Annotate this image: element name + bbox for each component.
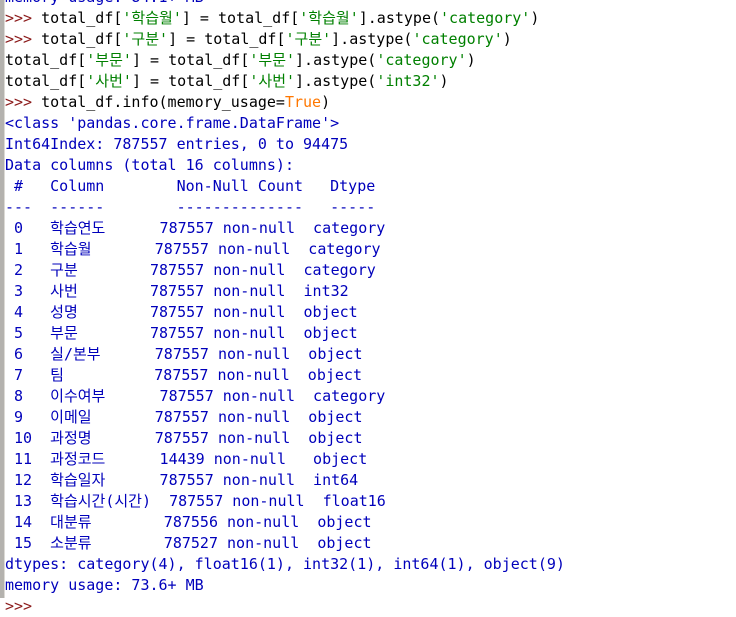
- out-memory-usage: memory usage: 73.6+ MB: [5, 575, 736, 596]
- out-class-seg-0: <class 'pandas.core.frame.DataFrame'>: [5, 114, 340, 132]
- out-row-6-seg-0: 6 실/본부 787557 non-null object: [5, 345, 363, 363]
- out-row-4-seg-0: 4 성명 787557 non-null object: [5, 303, 358, 321]
- out-memory-usage-seg-0: memory usage: 73.6+ MB: [5, 576, 204, 594]
- shell-output-area[interactable]: memory usage: 84.1+ MB>>> total_df['학습월'…: [5, 0, 736, 615]
- out-row-15: 15 소분류 787527 non-null object: [5, 533, 736, 554]
- cmd-astype-gubun: >>> total_df['구분'] = total_df['구분'].asty…: [5, 29, 736, 50]
- cmd-astype-hakseupwol-seg-7: ): [530, 9, 540, 27]
- out-index: Int64Index: 787557 entries, 0 to 94475: [5, 134, 736, 155]
- out-row-0-seg-0: 0 학습연도 787557 non-null category: [5, 219, 386, 237]
- python-idle-shell-window: memory usage: 84.1+ MB>>> total_df['학습월'…: [0, 0, 736, 615]
- cmd-astype-saben: total_df['사번'] = total_df['사번'].astype('…: [5, 71, 736, 92]
- cmd-astype-hakseupwol-seg-2: '학습월': [122, 9, 182, 27]
- cmd-astype-gubun-seg-5: ].astype(: [331, 30, 413, 48]
- prompt-waiting-seg-0: >>>: [5, 597, 42, 615]
- prompt-waiting: >>>: [5, 596, 736, 617]
- out-row-3: 3 사번 787557 non-null int32: [5, 281, 736, 302]
- out-row-8-seg-0: 8 이수여부 787557 non-null category: [5, 387, 386, 405]
- cmd-astype-hakseupwol: >>> total_df['학습월'] = total_df['학습월'].as…: [5, 8, 736, 29]
- out-row-13-seg-0: 13 학습시간(시간) 787557 non-null float16: [5, 492, 386, 510]
- out-total-columns-seg-0: Data columns (total 16 columns):: [5, 156, 294, 174]
- out-row-5: 5 부문 787557 non-null object: [5, 323, 736, 344]
- out-dtypes: dtypes: category(4), float16(1), int32(1…: [5, 554, 736, 575]
- out-row-14: 14 대분류 787556 non-null object: [5, 512, 736, 533]
- cmd-info: >>> total_df.info(memory_usage=True): [5, 92, 736, 113]
- cmd-astype-hakseupwol-seg-0: >>>: [5, 9, 42, 27]
- out-row-12: 12 학습일자 787557 non-null int64: [5, 470, 736, 491]
- out-table-rule: --- ------ -------------- -----: [5, 197, 736, 218]
- out-row-1: 1 학습월 787557 non-null category: [5, 239, 736, 260]
- cmd-astype-saben-seg-1: '사번': [86, 72, 132, 90]
- out-row-10: 10 과정명 787557 non-null object: [5, 428, 736, 449]
- cmd-astype-saben-seg-6: ): [439, 72, 449, 90]
- cmd-astype-gubun-seg-1: total_df[: [41, 30, 123, 48]
- out-total-columns: Data columns (total 16 columns):: [5, 155, 736, 176]
- out-row-14-seg-0: 14 대분류 787556 non-null object: [5, 513, 372, 531]
- out-row-9: 9 이메일 787557 non-null object: [5, 407, 736, 428]
- cmd-astype-gubun-seg-2: '구분': [122, 30, 169, 48]
- out-table-header: # Column Non-Null Count Dtype: [5, 176, 736, 197]
- out-row-8: 8 이수여부 787557 non-null category: [5, 386, 736, 407]
- cmd-astype-hakseupwol-seg-3: ] = total_df[: [181, 9, 300, 27]
- cmd-astype-bumun-seg-2: ] = total_df[: [131, 51, 250, 69]
- cmd-astype-hakseupwol-seg-5: ].astype(: [358, 9, 441, 27]
- cmd-astype-hakseupwol-seg-4: '학습월': [299, 9, 359, 27]
- out-row-3-seg-0: 3 사번 787557 non-null int32: [5, 282, 349, 300]
- cmd-info-seg-2: True: [284, 93, 322, 111]
- cmd-astype-bumun-seg-6: ): [466, 51, 476, 69]
- out-dtypes-seg-0: dtypes: category(4), float16(1), int32(1…: [5, 555, 565, 573]
- cmd-astype-bumun-seg-4: ].astype(: [295, 51, 377, 69]
- out-row-4: 4 성명 787557 non-null object: [5, 302, 736, 323]
- out-index-seg-0: Int64Index: 787557 entries, 0 to 94475: [5, 135, 349, 153]
- cmd-astype-bumun-seg-1: '부문': [86, 51, 132, 69]
- cmd-astype-bumun-seg-3: '부문': [249, 51, 296, 69]
- out-row-5-seg-0: 5 부문 787557 non-null object: [5, 324, 358, 342]
- prev-memory-usage: memory usage: 84.1+ MB: [5, 0, 736, 8]
- cmd-astype-gubun-seg-7: ): [502, 30, 512, 48]
- out-row-12-seg-0: 12 학습일자 787557 non-null int64: [5, 471, 359, 489]
- cmd-astype-saben-seg-2: ] = total_df[: [131, 72, 250, 90]
- cmd-astype-hakseupwol-seg-6: 'category': [440, 9, 531, 27]
- out-row-11: 11 과정코드 14439 non-null object: [5, 449, 736, 470]
- out-row-1-seg-0: 1 학습월 787557 non-null category: [5, 240, 381, 258]
- cmd-astype-saben-seg-4: ].astype(: [295, 72, 377, 90]
- out-row-2-seg-0: 2 구분 787557 non-null category: [5, 261, 376, 279]
- out-row-6: 6 실/본부 787557 non-null object: [5, 344, 736, 365]
- out-row-11-seg-0: 11 과정코드 14439 non-null object: [5, 450, 368, 468]
- out-row-9-seg-0: 9 이메일 787557 non-null object: [5, 408, 363, 426]
- cmd-astype-hakseupwol-seg-1: total_df[: [41, 9, 123, 27]
- cmd-astype-bumun: total_df['부문'] = total_df['부문'].astype('…: [5, 50, 736, 71]
- out-row-7-seg-0: 7 팀 787557 non-null object: [5, 366, 362, 384]
- cmd-astype-gubun-seg-3: ] = total_df[: [168, 30, 286, 48]
- cmd-astype-gubun-seg-0: >>>: [5, 30, 42, 48]
- cmd-astype-saben-seg-3: '사번': [249, 72, 296, 90]
- out-table-rule-seg-0: --- ------ -------------- -----: [5, 198, 376, 216]
- cmd-astype-gubun-seg-4: '구분': [285, 30, 332, 48]
- prev-memory-usage-seg-0: memory usage: 84.1+ MB: [5, 0, 204, 6]
- cmd-info-seg-1: total_df.info(memory_usage=: [41, 93, 285, 111]
- out-table-header-seg-0: # Column Non-Null Count Dtype: [5, 177, 376, 195]
- out-row-15-seg-0: 15 소분류 787527 non-null object: [5, 534, 372, 552]
- out-row-13: 13 학습시간(시간) 787557 non-null float16: [5, 491, 736, 512]
- cmd-astype-saben-seg-0: total_df[: [5, 72, 87, 90]
- cmd-astype-bumun-seg-0: total_df[: [5, 51, 87, 69]
- out-row-10-seg-0: 10 과정명 787557 non-null object: [5, 429, 363, 447]
- cmd-info-seg-3: ): [321, 93, 331, 111]
- out-row-0: 0 학습연도 787557 non-null category: [5, 218, 736, 239]
- out-class: <class 'pandas.core.frame.DataFrame'>: [5, 113, 736, 134]
- cmd-astype-gubun-seg-6: 'category': [412, 30, 503, 48]
- out-row-2: 2 구분 787557 non-null category: [5, 260, 736, 281]
- cmd-astype-saben-seg-5: 'int32': [376, 72, 440, 90]
- out-row-7: 7 팀 787557 non-null object: [5, 365, 736, 386]
- cmd-info-seg-0: >>>: [5, 93, 42, 111]
- cmd-astype-bumun-seg-5: 'category': [376, 51, 467, 69]
